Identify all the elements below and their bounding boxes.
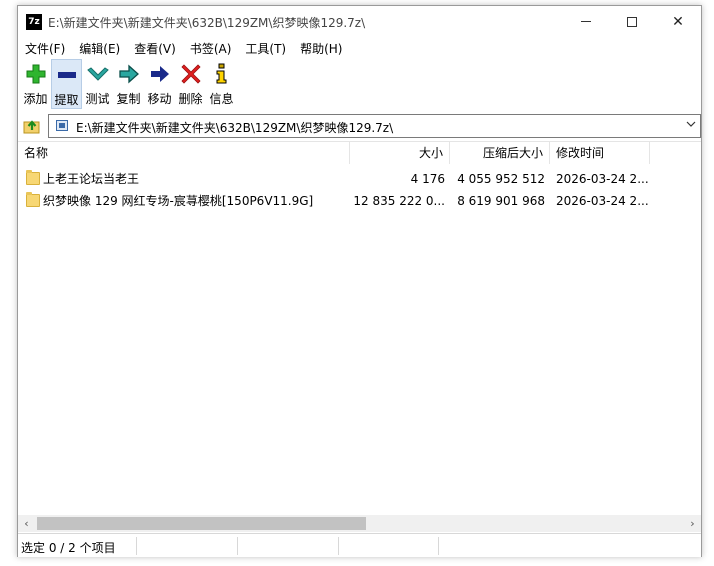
scrollbar-thumb[interactable] bbox=[37, 517, 366, 530]
move-arrow-icon bbox=[149, 63, 171, 85]
list-header: 名称 大小 压缩后大小 修改时间 bbox=[18, 142, 701, 164]
extract-label: 提取 bbox=[54, 93, 79, 107]
status-divider bbox=[338, 537, 339, 555]
status-divider bbox=[136, 537, 137, 555]
up-folder-button[interactable] bbox=[21, 115, 43, 137]
maximize-icon bbox=[627, 16, 637, 27]
menu-help[interactable]: 帮助(H) bbox=[293, 40, 349, 57]
test-button[interactable]: 测试 bbox=[82, 59, 113, 109]
close-button[interactable]: ✕ bbox=[655, 6, 701, 37]
minimize-button[interactable] bbox=[563, 6, 609, 37]
list-item[interactable]: 织梦映像 129 网红专场-宸荨樱桃[150P6V11.9G] 12 835 2… bbox=[18, 190, 701, 212]
move-button[interactable]: 移动 bbox=[144, 59, 175, 109]
maximize-button[interactable] bbox=[609, 6, 655, 37]
copy-label: 复制 bbox=[116, 92, 141, 106]
scroll-left-icon[interactable]: ‹ bbox=[18, 515, 35, 532]
title-bar: 7z E:\新建文件夹\新建文件夹\632B\129ZM\织梦映像129.7z\… bbox=[18, 6, 701, 37]
item-name: 织梦映像 129 网红专场-宸荨樱桃[150P6V11.9G] bbox=[43, 194, 314, 208]
copy-arrow-icon bbox=[118, 63, 140, 85]
item-packed-size: 4 055 952 512 bbox=[457, 172, 545, 186]
up-folder-icon bbox=[23, 120, 40, 134]
info-label: 信息 bbox=[209, 92, 234, 106]
status-selection: 选定 0 / 2 个项目 bbox=[21, 541, 116, 555]
window-title: E:\新建文件夹\新建文件夹\632B\129ZM\织梦映像129.7z\ bbox=[48, 16, 366, 30]
menu-bar: 文件(F) 编辑(E) 查看(V) 书签(A) 工具(T) 帮助(H) bbox=[18, 37, 701, 59]
folder-icon bbox=[26, 170, 40, 185]
add-label: 添加 bbox=[23, 92, 48, 106]
item-packed-size: 8 619 901 968 bbox=[457, 194, 545, 208]
menu-view[interactable]: 查看(V) bbox=[127, 40, 183, 57]
move-label: 移动 bbox=[147, 92, 172, 106]
item-name: 上老王论坛当老王 bbox=[43, 172, 140, 186]
address-bar[interactable]: E:\新建文件夹\新建文件夹\632B\129ZM\织梦映像129.7z\ bbox=[48, 114, 701, 138]
check-icon bbox=[86, 63, 109, 85]
column-header-name[interactable]: 名称 bbox=[18, 142, 350, 164]
menu-file[interactable]: 文件(F) bbox=[18, 40, 72, 57]
info-icon bbox=[211, 63, 233, 85]
7zip-app-icon: 7z bbox=[26, 14, 42, 30]
status-bar: 选定 0 / 2 个项目 bbox=[18, 533, 701, 557]
close-icon: ✕ bbox=[672, 13, 684, 30]
file-list: 名称 大小 压缩后大小 修改时间 上老王论坛当老王 4 176 4 055 95… bbox=[18, 141, 701, 515]
minus-icon bbox=[56, 64, 78, 86]
item-size: 4 176 bbox=[410, 172, 445, 186]
menu-edit[interactable]: 编辑(E) bbox=[72, 40, 127, 57]
address-row: E:\新建文件夹\新建文件夹\632B\129ZM\织梦映像129.7z\ bbox=[18, 113, 701, 139]
scroll-right-icon[interactable]: › bbox=[684, 515, 701, 532]
horizontal-scrollbar[interactable]: ‹ › bbox=[18, 515, 701, 532]
chevron-down-icon[interactable] bbox=[686, 119, 696, 132]
menu-bookmarks[interactable]: 书签(A) bbox=[183, 40, 239, 57]
item-modified: 2026-03-24 2... bbox=[556, 194, 649, 208]
delete-button[interactable]: 删除 bbox=[175, 59, 206, 109]
column-header-modified[interactable]: 修改时间 bbox=[550, 142, 650, 164]
item-size: 12 835 222 0... bbox=[353, 194, 445, 208]
info-button[interactable]: 信息 bbox=[206, 59, 237, 109]
test-label: 测试 bbox=[85, 92, 110, 106]
address-path: E:\新建文件夹\新建文件夹\632B\129ZM\织梦映像129.7z\ bbox=[76, 121, 394, 135]
add-button[interactable]: 添加 bbox=[20, 59, 51, 109]
toolbar: 添加 提取 测试 复制 移动 删除 信息 bbox=[18, 59, 701, 111]
item-modified: 2026-03-24 2... bbox=[556, 172, 649, 186]
archive-window-icon bbox=[56, 120, 68, 131]
menu-tools[interactable]: 工具(T) bbox=[238, 40, 293, 57]
status-divider bbox=[438, 537, 439, 555]
column-header-packed-size[interactable]: 压缩后大小 bbox=[450, 142, 550, 164]
column-header-size[interactable]: 大小 bbox=[350, 142, 450, 164]
copy-button[interactable]: 复制 bbox=[113, 59, 144, 109]
folder-icon bbox=[26, 192, 40, 207]
app-window: 7z E:\新建文件夹\新建文件夹\632B\129ZM\织梦映像129.7z\… bbox=[17, 5, 702, 557]
minimize-icon bbox=[581, 21, 591, 22]
delete-x-icon bbox=[180, 63, 202, 85]
status-divider bbox=[237, 537, 238, 555]
extract-button[interactable]: 提取 bbox=[51, 59, 82, 109]
plus-icon bbox=[25, 63, 47, 85]
delete-label: 删除 bbox=[178, 92, 203, 106]
list-item[interactable]: 上老王论坛当老王 4 176 4 055 952 512 2026-03-24 … bbox=[18, 168, 701, 190]
